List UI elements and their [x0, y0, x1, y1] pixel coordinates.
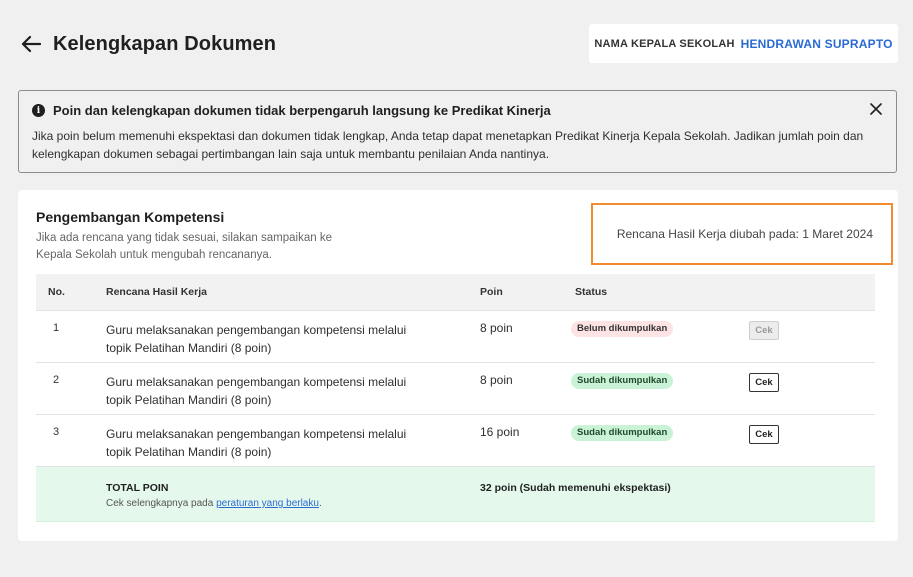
header-no: No. [48, 286, 65, 298]
section-title: Pengembangan Kompetensi [36, 209, 225, 225]
total-label: TOTAL POIN [106, 482, 169, 494]
cek-button[interactable]: Cek [749, 425, 779, 444]
section-description: Jika ada rencana yang tidak sesuai, sila… [36, 232, 332, 261]
principal-info: NAMA KEPALA SEKOLAH HENDRAWAN SUPRAPTO [589, 24, 898, 63]
alert-title: Poin dan kelengkapan dokumen tidak berpe… [53, 103, 551, 118]
table-row: 1 Guru melaksanakan pengembangan kompete… [36, 311, 875, 363]
competency-card: Pengembangan Kompetensi Jika ada rencana… [18, 190, 898, 541]
header-rhk: Rencana Hasil Kerja [106, 286, 207, 298]
row-rhk: Guru melaksanakan pengembangan kompetens… [106, 375, 407, 407]
row-rhk: Guru melaksanakan pengembangan kompetens… [106, 323, 407, 355]
total-note-suffix: . [318, 498, 322, 509]
rhk-table: No. Rencana Hasil Kerja Poin Status 1 Gu… [36, 274, 875, 522]
table-header: No. Rencana Hasil Kerja Poin Status [36, 274, 875, 311]
status-badge: Sudah dikumpulkan [571, 373, 674, 389]
row-poin: 16 poin [480, 425, 520, 439]
table-row: 3 Guru melaksanakan pengembangan kompete… [36, 415, 875, 467]
status-badge: Belum dikumpulkan [571, 321, 674, 337]
row-number: 1 [53, 322, 60, 334]
info-alert: i Poin dan kelengkapan dokumen tidak ber… [18, 90, 897, 173]
regulation-link[interactable]: peraturan yang berlaku [216, 498, 319, 509]
total-value: 32 poin (Sudah memenuhi ekspektasi) [480, 482, 671, 494]
header-poin: Poin [480, 286, 503, 298]
row-poin: 8 poin [480, 321, 513, 335]
alert-body: Jika poin belum memenuhi ekspektasi dan … [32, 129, 864, 161]
rhk-changed-info: Rencana Hasil Kerja diubah pada: 1 Maret… [591, 203, 893, 265]
cek-button[interactable]: Cek [749, 373, 779, 392]
rhk-changed-text: Rencana Hasil Kerja diubah pada: 1 Maret… [616, 227, 873, 241]
total-note: Cek selengkapnya pada peraturan yang ber… [106, 498, 322, 509]
row-poin: 8 poin [480, 373, 513, 387]
row-rhk: Guru melaksanakan pengembangan kompetens… [106, 427, 407, 459]
row-number: 2 [53, 374, 60, 386]
close-icon[interactable] [868, 101, 884, 117]
table-row: 2 Guru melaksanakan pengembangan kompete… [36, 363, 875, 415]
cek-button: Cek [749, 321, 779, 340]
principal-label: NAMA KEPALA SEKOLAH [594, 37, 735, 50]
info-icon: i [32, 104, 45, 117]
row-number: 3 [53, 426, 60, 438]
total-row: TOTAL POIN Cek selengkapnya pada peratur… [36, 467, 875, 522]
page-title: Kelengkapan Dokumen [53, 33, 277, 55]
total-note-prefix: Cek selengkapnya pada [106, 498, 217, 509]
header-status: Status [575, 286, 608, 298]
principal-name: HENDRAWAN SUPRAPTO [740, 36, 893, 51]
status-badge: Sudah dikumpulkan [571, 425, 674, 441]
page-header: Kelengkapan Dokumen NAMA KEPALA SEKOLAH … [0, 0, 913, 88]
back-arrow-icon[interactable] [20, 33, 42, 55]
